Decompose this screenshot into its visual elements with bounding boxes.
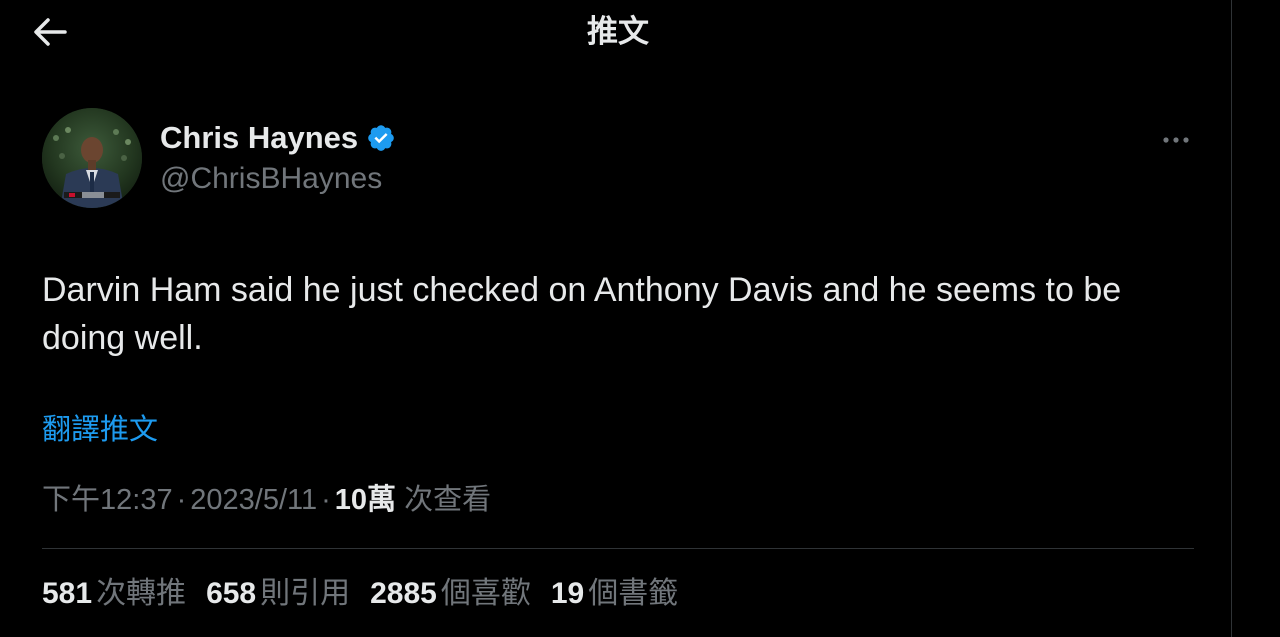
meta-separator: · <box>321 484 331 516</box>
author-name-row: Chris Haynes <box>160 118 396 158</box>
meta-separator: · <box>176 484 187 516</box>
views-count: 10萬 <box>334 484 397 516</box>
more-options-button[interactable] <box>1152 120 1200 160</box>
tweet-meta: 下午12:37 · 2023/5/11 · 10萬 次查看 <box>42 480 491 520</box>
page-title: 推文 <box>587 14 649 49</box>
top-bar: 推文 <box>0 0 1232 64</box>
author-handle[interactable]: @ChrisBHaynes <box>160 160 382 198</box>
bookmarks-label: 個書籤 <box>588 577 679 610</box>
retweets-stat[interactable]: 581 次轉推 <box>42 574 186 614</box>
tweet-time[interactable]: 下午12:37 <box>42 484 173 516</box>
more-horizontal-icon <box>1162 136 1190 144</box>
retweets-count: 581 <box>42 577 93 610</box>
divider <box>42 548 1194 549</box>
tweet-text: Darvin Ham said he just checked on Antho… <box>42 271 1122 357</box>
bookmarks-count: 19 <box>550 577 585 610</box>
avatar[interactable] <box>42 108 142 208</box>
bookmarks-stat[interactable]: 19 個書籤 <box>551 574 678 614</box>
quotes-stat[interactable]: 658 則引用 <box>206 574 350 614</box>
tweet-date[interactable]: 2023/5/11 <box>190 484 317 516</box>
views-label: 次查看 <box>404 484 492 516</box>
tweet-detail-column: 推文 Chris Haynes @ChrisBHaynes Darvin Ham… <box>0 0 1232 637</box>
translate-tweet-link[interactable]: 翻譯推文 <box>42 410 158 450</box>
retweets-label: 次轉推 <box>96 577 187 610</box>
likes-stat[interactable]: 2885 個喜歡 <box>370 574 531 614</box>
engagement-stats: 581 次轉推 658 則引用 2885 個喜歡 19 個書籤 <box>42 574 698 614</box>
verified-badge-icon <box>366 123 396 153</box>
avatar-image <box>42 108 142 208</box>
author-display-name[interactable]: Chris Haynes <box>160 120 358 156</box>
quotes-label: 則引用 <box>260 577 351 610</box>
likes-count: 2885 <box>370 577 437 610</box>
quotes-count: 658 <box>206 577 257 610</box>
likes-label: 個喜歡 <box>440 577 531 610</box>
